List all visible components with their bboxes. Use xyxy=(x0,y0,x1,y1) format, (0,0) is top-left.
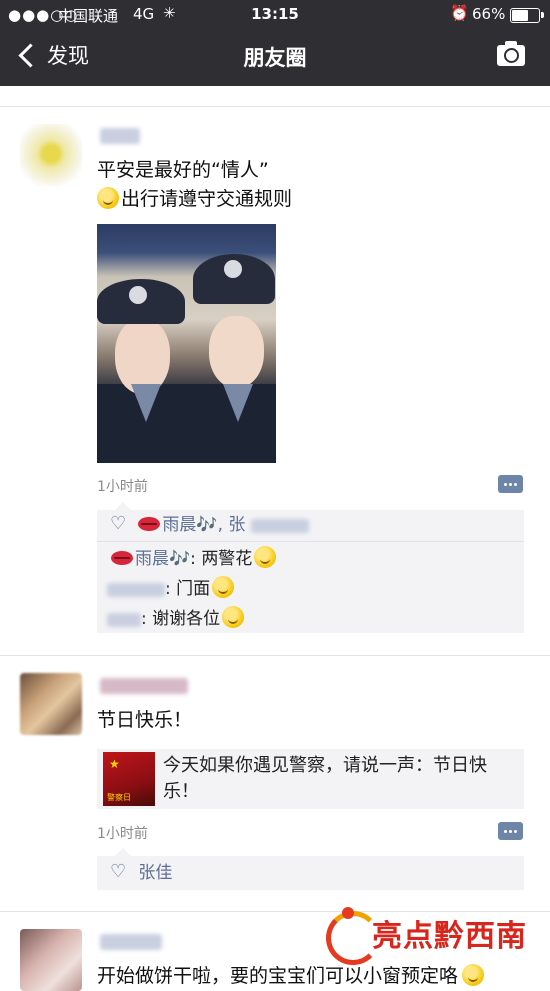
blurred-username[interactable] xyxy=(107,583,165,597)
comment-row[interactable]: : 门面 xyxy=(107,576,236,601)
camera-lens xyxy=(504,48,519,63)
lips-icon xyxy=(138,517,161,531)
photo-face xyxy=(209,316,264,388)
avatar[interactable] xyxy=(20,929,82,991)
post-time: 1小时前 xyxy=(97,826,148,842)
battery-icon xyxy=(510,8,544,23)
blurred-username[interactable] xyxy=(100,934,162,950)
liker-names[interactable]: 张佳 xyxy=(138,863,172,883)
nav-bar: 发现 朋友圈 xyxy=(0,30,550,86)
comment-sep: : xyxy=(190,549,202,569)
comment-sep: : xyxy=(141,609,153,629)
comment-box: 雨晨🎶, 张 雨晨🎶: 两警花 : 门面 : 谢谢各位 xyxy=(97,502,524,633)
post-text: 出行请遵守交通规则 xyxy=(97,185,292,213)
battery-percent: 66% xyxy=(472,5,506,23)
liker-names[interactable]: 雨晨🎶, 张 xyxy=(162,515,245,535)
comment-row[interactable]: 雨晨🎶: 两警花 xyxy=(111,546,278,571)
link-title: 今天如果你遇见警察，请说一声：节日快乐！ xyxy=(163,755,487,802)
shared-link-card[interactable]: ★ 警察日 今天如果你遇见警察，请说一声：节日快乐！ xyxy=(97,749,524,809)
photo-badge xyxy=(224,260,242,278)
post-time: 1小时前 xyxy=(97,479,148,495)
star-icon: ★ xyxy=(109,757,120,771)
divider xyxy=(97,541,524,542)
post-text: 平安是最好的“情人” xyxy=(97,159,269,181)
comment-text: 门面 xyxy=(176,579,211,599)
photo-uniform xyxy=(97,384,276,463)
post-photo[interactable] xyxy=(97,224,276,463)
post-text: 节日快乐！ xyxy=(97,709,193,731)
avatar[interactable] xyxy=(20,673,82,735)
likes-box: 张佳 xyxy=(97,848,524,890)
status-bar: ●●●○○ 中国联通 4G ✳ 13:15 ⏰ 66% xyxy=(0,0,550,30)
smile-emoji-icon xyxy=(97,187,119,209)
lips-icon xyxy=(111,551,133,565)
watermark-logo: 亮点黔西南 xyxy=(326,905,541,965)
blurred-username[interactable] xyxy=(100,678,188,694)
post-text: 开始做饼干啦，要的宝宝们可以小窗预定咯 xyxy=(97,962,486,990)
blurred-username[interactable] xyxy=(107,613,141,627)
more-icon[interactable] xyxy=(498,475,523,493)
comment-sep: : xyxy=(165,579,177,599)
comment-text: 谢谢各位 xyxy=(152,609,221,629)
link-thumb-caption: 警察日 xyxy=(107,793,131,802)
photo-face xyxy=(115,319,170,394)
camera-icon[interactable] xyxy=(497,41,525,66)
comment-text: 两警花 xyxy=(201,549,253,569)
more-icon[interactable] xyxy=(498,822,523,840)
alarm-icon: ⏰ xyxy=(450,4,469,22)
photo-badge xyxy=(129,286,147,304)
comment-row[interactable]: : 谢谢各位 xyxy=(107,606,246,631)
top-bar: ●●●○○ 中国联通 4G ✳ 13:15 ⏰ 66% 发现 朋友圈 xyxy=(0,0,550,86)
likes-line: 张佳 xyxy=(110,860,172,885)
likes-line: 雨晨🎶, 张 xyxy=(110,512,309,537)
smile-emoji-icon xyxy=(222,606,245,628)
divider xyxy=(0,655,550,656)
post-text-line: 开始做饼干啦，要的宝宝们可以小窗预定咯 xyxy=(97,965,459,987)
post-text-line: 出行请遵守交通规则 xyxy=(121,188,293,210)
avatar[interactable] xyxy=(20,124,82,186)
watermark-text: 亮点黔西南 xyxy=(372,919,527,954)
logo-dot-icon xyxy=(342,907,354,919)
blurred-username[interactable] xyxy=(100,128,140,144)
blurred-username xyxy=(250,519,309,533)
battery-level xyxy=(512,10,528,21)
divider xyxy=(0,106,550,107)
thinking-emoji-icon xyxy=(212,576,235,598)
smile-emoji-icon xyxy=(254,546,277,568)
heart-icon xyxy=(110,860,126,884)
comment-author[interactable]: 雨晨🎶 xyxy=(135,549,190,569)
link-thumbnail: ★ 警察日 xyxy=(103,752,155,806)
heart-eyes-emoji-icon xyxy=(462,964,485,986)
heart-icon xyxy=(110,512,126,536)
page-title: 朋友圈 xyxy=(243,46,307,70)
